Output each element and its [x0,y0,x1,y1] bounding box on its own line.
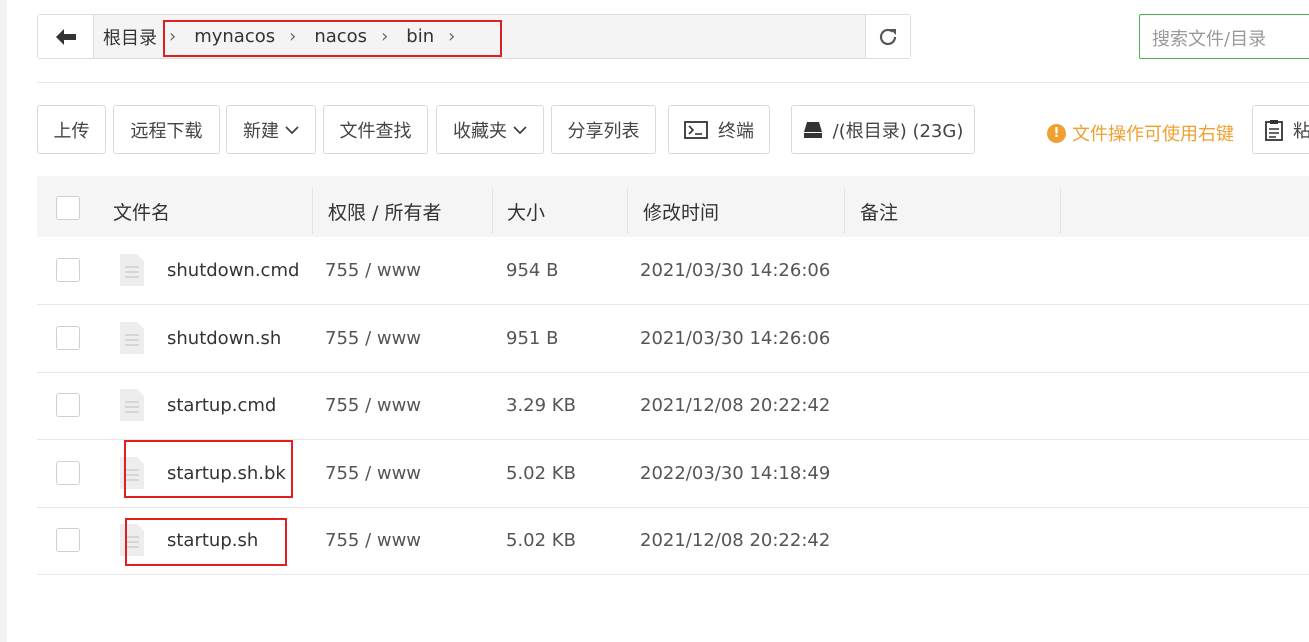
share-list-label: 分享列表 [567,120,640,142]
upload-label: 上传 [53,120,90,142]
file-icon [120,322,144,354]
row-checkbox[interactable] [56,393,80,417]
breadcrumb-root[interactable]: 根目录 [103,24,163,50]
file-modified-time: 2021/03/30 14:26:06 [640,260,831,281]
remote-download-button[interactable]: 远程下载 [113,105,220,154]
terminal-label: 终端 [718,120,754,142]
file-modified-time: 2021/12/08 20:22:42 [640,395,831,416]
arrow-left-icon [55,28,76,45]
terminal-icon [684,120,708,139]
tip-text: 文件操作可使用右键 [1072,124,1234,145]
row-checkbox[interactable] [56,528,80,552]
paste-button[interactable]: 粘 [1252,105,1309,154]
file-modified-time: 2021/03/30 14:26:06 [640,328,831,349]
favorites-label: 收藏夹 [453,120,507,142]
column-divider [492,188,493,234]
upload-button[interactable]: 上传 [37,105,106,154]
paste-label: 粘 [1293,120,1309,142]
file-search-button[interactable]: 文件查找 [323,105,428,154]
disk-label: /(根目录) (23G) [832,120,964,142]
highlight-box-startup-sh [125,518,287,566]
row-checkbox[interactable] [56,326,80,350]
file-size: 5.02 KB [506,530,576,551]
file-size: 954 B [506,260,559,281]
row-checkbox[interactable] [56,258,80,282]
file-permission[interactable]: 755 / www [325,305,421,372]
chevron-down-icon [513,125,527,134]
file-permission[interactable]: 755 / www [325,507,421,574]
table-row[interactable]: shutdown.cmd 755 / www 954 B 2021/03/30 … [37,237,1309,305]
column-header-modified[interactable]: 修改时间 [643,176,719,237]
new-dropdown-button[interactable]: 新建 [226,105,316,154]
column-divider [312,188,313,234]
file-modified-time: 2022/03/30 14:18:49 [640,463,831,484]
table-row[interactable]: shutdown.sh 755 / www 951 B 2021/03/30 1… [37,305,1309,373]
favorites-dropdown-button[interactable]: 收藏夹 [436,105,544,154]
file-search-label: 文件查找 [339,120,412,142]
file-size: 5.02 KB [506,463,576,484]
file-size: 3.29 KB [506,395,576,416]
column-header-note: 备注 [860,202,899,224]
new-label: 新建 [243,120,279,142]
file-icon [120,389,144,421]
left-edge-strip [0,0,7,642]
file-size: 951 B [506,328,559,349]
file-permission[interactable]: 755 / www [325,237,421,304]
file-icon [120,254,144,286]
clipboard-icon [1265,119,1283,141]
terminal-button[interactable]: 终端 [668,105,770,154]
highlight-box-startup-sh-bk [124,440,293,498]
row-checkbox[interactable] [56,461,80,485]
column-header-permission[interactable]: 权限 / 所有者 [328,176,441,237]
back-button[interactable] [38,15,94,58]
refresh-button[interactable] [865,15,910,58]
disk-button[interactable]: /(根目录) (23G) [791,105,975,154]
info-icon: ! [1047,123,1066,143]
table-header: 文件名 权限 / 所有者 大小 修改时间 备注 [37,176,1309,237]
divider [37,82,1309,83]
column-divider [844,188,845,234]
file-name[interactable]: shutdown.sh [167,305,281,372]
select-all-checkbox[interactable] [56,196,80,220]
file-modified-time: 2021/12/08 20:22:42 [640,530,831,551]
file-permission[interactable]: 755 / www [325,440,421,507]
column-header-size[interactable]: 大小 [507,176,545,237]
file-name[interactable]: shutdown.cmd [167,237,299,304]
table-row[interactable]: startup.cmd 755 / www 3.29 KB 2021/12/08… [37,372,1309,440]
file-name[interactable]: startup.cmd [167,372,276,439]
search-input[interactable]: 搜索文件/目录 [1139,14,1309,59]
column-divider [627,188,628,234]
right-click-tip: ! 文件操作可使用右键 [1047,120,1234,146]
column-header-name[interactable]: 文件名 [113,176,170,237]
column-divider [1060,188,1061,234]
refresh-icon [879,28,897,45]
hard-drive-icon [803,121,823,139]
path-highlight-box [163,20,502,57]
remote-download-label: 远程下载 [130,120,203,142]
chevron-down-icon [285,125,299,134]
file-permission[interactable]: 755 / www [325,372,421,439]
share-list-button[interactable]: 分享列表 [551,105,656,154]
